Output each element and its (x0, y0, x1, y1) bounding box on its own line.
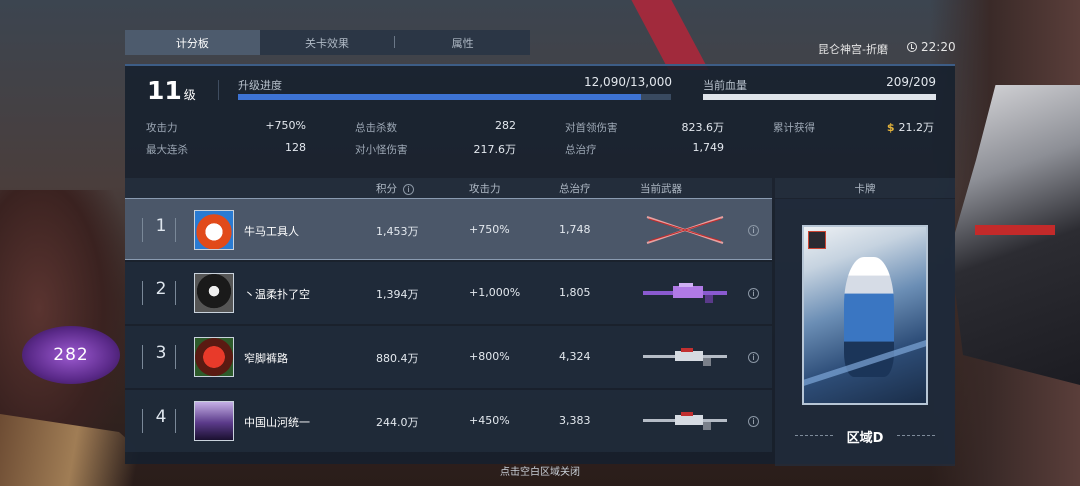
rank-divider (175, 345, 176, 369)
close-hint[interactable]: 点击空白区域关闭 (0, 463, 1080, 478)
player-heal: 1,748 (559, 223, 591, 236)
progress-fill (238, 94, 641, 100)
table-row-3[interactable]: 3 窄脚裤路 880.4万 +800% 4,324 i (125, 326, 772, 388)
table-header: 积分 i 攻击力 总治疗 当前武器 (125, 178, 772, 198)
rank-divider (175, 218, 176, 242)
red-cat-avatar (194, 337, 234, 377)
header-heal: 总治疗 (559, 183, 591, 195)
player-heal: 3,383 (559, 414, 591, 427)
stat-label-accumulated: 累计获得 (773, 122, 815, 134)
fox-avatar (194, 210, 234, 250)
coin-icon: $ (886, 121, 895, 134)
level-divider (218, 80, 219, 100)
scoreboard-panel: 11 级 升级进度 12,090/13,000 当前血量 209/209 攻击力… (125, 64, 955, 466)
rank-number: 2 (155, 279, 167, 299)
stat-label-total-kills: 总击杀数 (355, 122, 397, 134)
silver-rifle-icon (643, 348, 727, 366)
player-score: 1,394万 (376, 288, 419, 301)
player-attack: +800% (469, 350, 510, 363)
header-attack: 攻击力 (469, 183, 501, 195)
rank-number: 1 (155, 216, 167, 236)
header-weapon: 当前武器 (640, 183, 682, 195)
clock-icon (907, 42, 917, 52)
progress-label: 升级进度 (238, 79, 282, 92)
background-red-beam (631, 0, 709, 70)
player-name: 中国山河统一 (244, 416, 310, 429)
clock-time: 22:20 (921, 40, 956, 54)
rank-divider (142, 281, 143, 305)
stat-value-attack: +750% (265, 119, 306, 132)
player-attack: +1,000% (469, 286, 521, 299)
level-unit: 级 (183, 88, 196, 102)
tab-bar: 计分板 关卡效果 属性 (125, 30, 530, 55)
header-score-label: 积分 (376, 183, 397, 195)
rank-number: 3 (155, 343, 167, 363)
card-badge-icon (808, 231, 826, 249)
level-display: 11 级 (147, 76, 196, 105)
hp-label: 当前血量 (703, 79, 747, 92)
hp-bar (703, 94, 936, 100)
clock: 22:20 (907, 40, 956, 54)
header-card: 卡牌 (775, 178, 955, 198)
header-score: 积分 i (376, 181, 414, 196)
tab-stage-effects[interactable]: 关卡效果 (260, 30, 395, 55)
tab-scoreboard[interactable]: 计分板 (125, 30, 260, 55)
stat-value-max-streak: 128 (285, 141, 306, 154)
stat-value-minion-damage: 217.6万 (473, 143, 517, 156)
table-row-2[interactable]: 2 丶温柔扑了空 1,394万 +1,000% 1,805 i (125, 262, 772, 324)
player-score: 880.4万 (376, 352, 419, 365)
rank-divider (175, 281, 176, 305)
silver-rifle-icon (643, 412, 727, 430)
player-attack: +450% (469, 414, 510, 427)
player-name: 牛马工具人 (244, 225, 299, 238)
weapon-info-icon[interactable]: i (748, 288, 759, 299)
progress-value: 12,090/13,000 (583, 75, 672, 89)
dual-blades-icon (646, 216, 724, 244)
table-row-1[interactable]: 1 牛马工具人 1,453万 +750% 1,748 i (125, 198, 772, 260)
stat-label-total-heal: 总治疗 (565, 144, 597, 156)
table-row-4[interactable]: 4 中国山河统一 244.0万 +450% 3,383 i (125, 390, 772, 452)
stat-value-total-heal: 1,749 (692, 141, 725, 154)
stat-label-minion-damage: 对小怪伤害 (355, 144, 408, 156)
tab-attributes[interactable]: 属性 (395, 30, 530, 55)
player-heal: 1,805 (559, 286, 591, 299)
rank-divider (142, 409, 143, 433)
rank-number: 4 (155, 407, 167, 427)
stat-value-total-kills: 282 (495, 119, 516, 132)
card-area: 区域D (775, 199, 955, 466)
weapon-info-icon[interactable]: i (748, 225, 759, 236)
accumulated-amount: 21.2万 (898, 121, 935, 134)
purple-sniper-icon (643, 283, 727, 303)
rank-divider (142, 345, 143, 369)
player-score: 1,453万 (376, 225, 419, 238)
player-heal: 4,324 (559, 350, 591, 363)
girl-avatar (194, 401, 234, 441)
stat-label-attack: 攻击力 (146, 122, 178, 134)
info-icon[interactable]: i (403, 183, 414, 195)
stat-value-accumulated: $21.2万 (854, 119, 934, 135)
hp-value: 209/209 (886, 75, 936, 89)
player-name: 窄脚裤路 (244, 352, 288, 365)
stat-label-boss-damage: 对首领伤害 (565, 122, 618, 134)
stat-value-boss-damage: 823.6万 (681, 121, 725, 134)
gun-red-stripe (975, 225, 1055, 235)
card-label: 区域D (846, 431, 884, 446)
level-number: 11 (147, 76, 182, 105)
weapon-info-icon[interactable]: i (748, 352, 759, 363)
progress-bar (238, 94, 671, 100)
weapon-info-icon[interactable]: i (748, 416, 759, 427)
crystal-counter: 282 (22, 326, 120, 384)
hp-fill (703, 94, 936, 100)
rank-divider (142, 218, 143, 242)
player-attack: +750% (469, 223, 510, 236)
stat-label-max-streak: 最大连杀 (146, 144, 188, 156)
rank-divider (175, 409, 176, 433)
player-name: 丶温柔扑了空 (244, 288, 310, 301)
ghost-avatar (194, 273, 234, 313)
location-label: 昆仑神宫-折磨 (818, 43, 888, 56)
player-score: 244.0万 (376, 416, 419, 429)
crystal-count: 282 (53, 345, 89, 365)
card-image[interactable] (802, 225, 928, 405)
